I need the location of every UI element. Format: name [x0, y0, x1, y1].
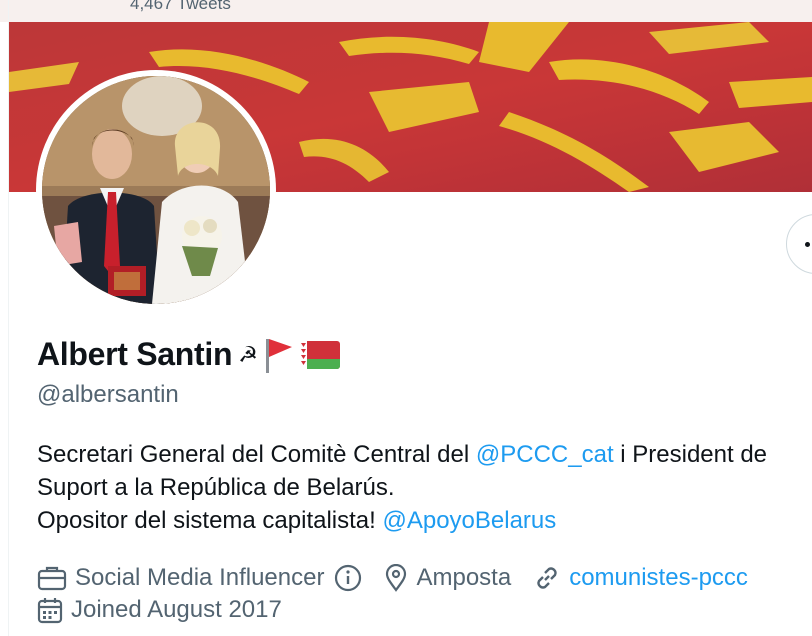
briefcase-icon — [37, 566, 67, 591]
display-name: Albert Santin — [37, 336, 233, 372]
top-header-strip: 4,467 Tweets — [0, 0, 812, 22]
hammer-sickle-icon: ☭ — [238, 341, 258, 367]
profile-bio: Secretari General del Comitè Central del… — [37, 438, 812, 537]
joined-item: Joined August 2017 — [37, 596, 282, 624]
display-name-row: Albert Santin ☭ — [37, 336, 340, 373]
profile-meta: Social Media Influencer Amposta comunist… — [37, 562, 812, 626]
location-item: Amposta — [384, 564, 511, 592]
profile-avatar[interactable] — [36, 70, 276, 310]
category-item: Social Media Influencer — [37, 564, 362, 592]
red-flag-icon — [265, 338, 292, 373]
more-options-button[interactable] — [786, 214, 812, 274]
bio-text: i President de — [613, 441, 768, 468]
more-dots-icon — [805, 242, 810, 247]
website-item: comunistes-pccc — [533, 564, 748, 592]
bio-text: Secretari General del Comitè Central del — [37, 441, 476, 468]
location-label: Amposta — [416, 564, 512, 591]
website-link[interactable]: comunistes-pccc — [569, 564, 748, 592]
joined-label: Joined August 2017 — [71, 596, 282, 623]
user-handle: @albersantin — [37, 381, 179, 408]
mention-link-apoyobelarus[interactable]: @ApoyoBelarus — [382, 507, 556, 534]
category-label: Social Media Influencer — [75, 564, 325, 591]
location-pin-icon — [386, 564, 407, 592]
bio-text: Opositor del sistema capitalista! — [37, 507, 383, 534]
tweet-count: 4,467 Tweets — [130, 0, 231, 13]
avatar-photo — [42, 76, 270, 304]
bio-text: Suport a la República de Belarús. — [37, 474, 395, 501]
info-icon[interactable] — [334, 564, 362, 592]
calendar-icon — [37, 598, 63, 624]
link-icon — [537, 567, 557, 589]
mention-link-pccc[interactable]: @PCCC_cat — [476, 441, 614, 468]
belarus-flag-icon — [299, 340, 340, 369]
